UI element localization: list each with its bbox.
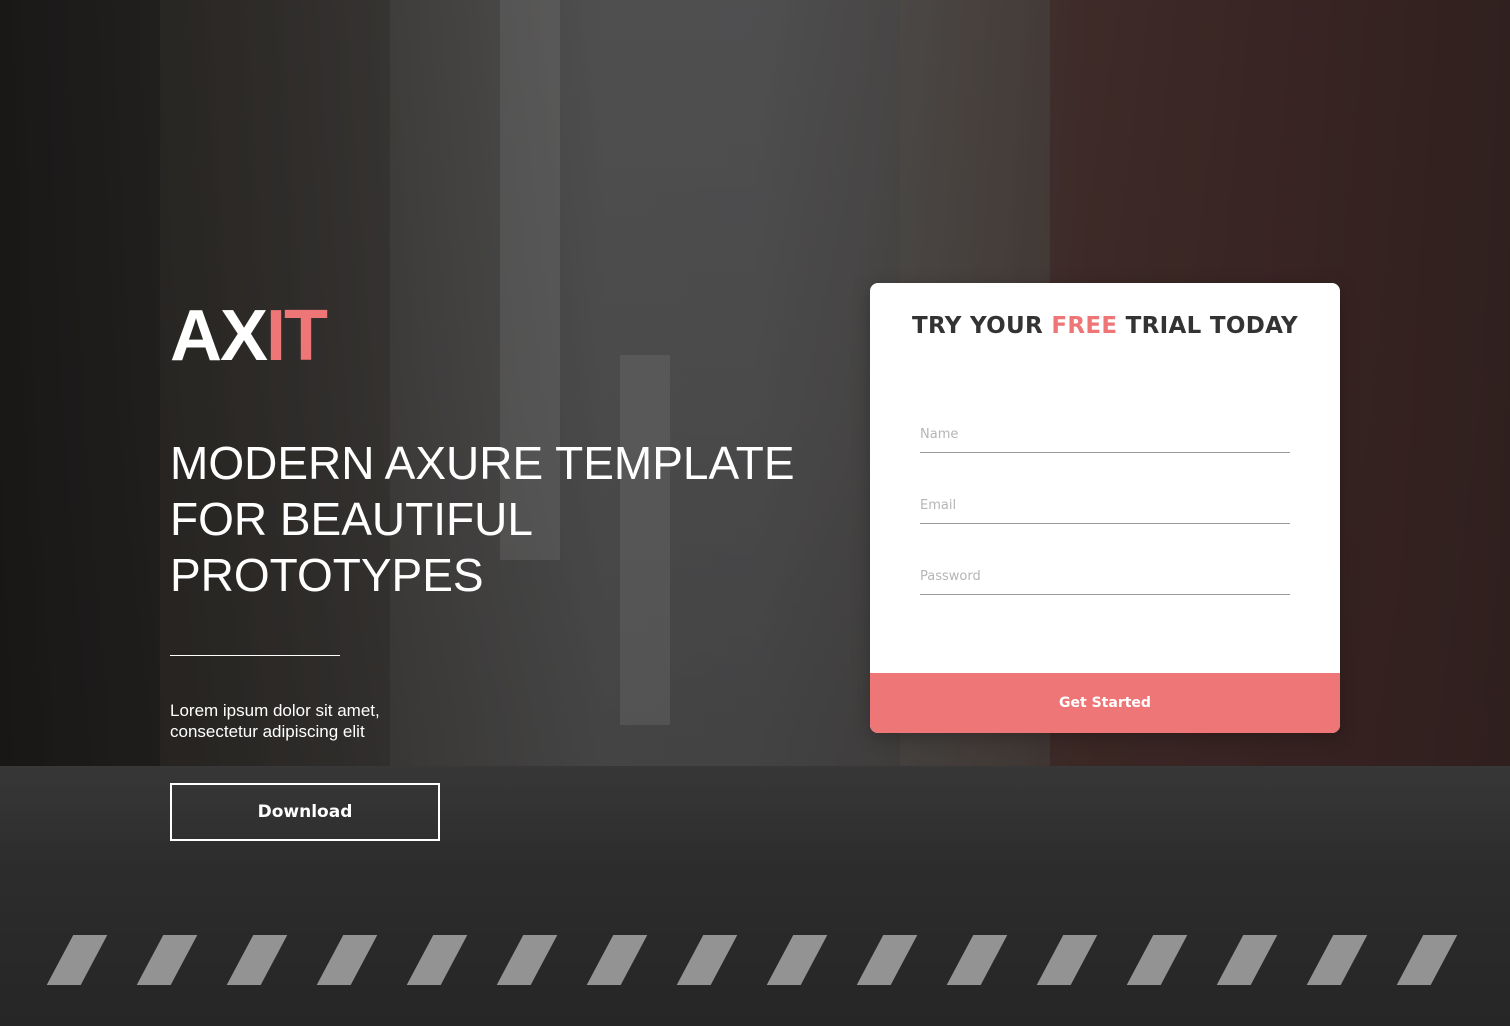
headline-line: PROTOTYPES [170,549,484,601]
hero-divider [170,655,340,656]
hero-lead: Lorem ipsum dolor sit amet, consectetur … [170,700,470,742]
lead-line: Lorem ipsum dolor sit amet, [170,701,380,720]
logo-primary: AX [170,296,268,376]
email-input[interactable] [920,484,1290,523]
password-input[interactable] [920,555,1290,594]
name-field [920,413,1290,453]
title-prefix: TRY YOUR [912,313,1052,339]
title-suffix: TRIAL TODAY [1117,313,1298,339]
signup-title: TRY YOUR FREE TRIAL TODAY [870,313,1340,339]
brand-logo: AXIT [170,296,328,376]
hero-headline: MODERN AXURE TEMPLATE FOR BEAUTIFUL PROT… [170,435,850,603]
email-field [920,484,1290,524]
headline-line: MODERN AXURE TEMPLATE [170,437,795,489]
get-started-button[interactable]: Get Started [870,673,1340,733]
title-highlight: FREE [1051,313,1118,339]
headline-line: FOR BEAUTIFUL [170,493,533,545]
name-input[interactable] [920,413,1290,452]
download-button[interactable]: Download [170,783,440,841]
logo-accent: IT [266,296,328,376]
password-field [920,555,1290,595]
lead-line: consectetur adipiscing elit [170,722,365,741]
